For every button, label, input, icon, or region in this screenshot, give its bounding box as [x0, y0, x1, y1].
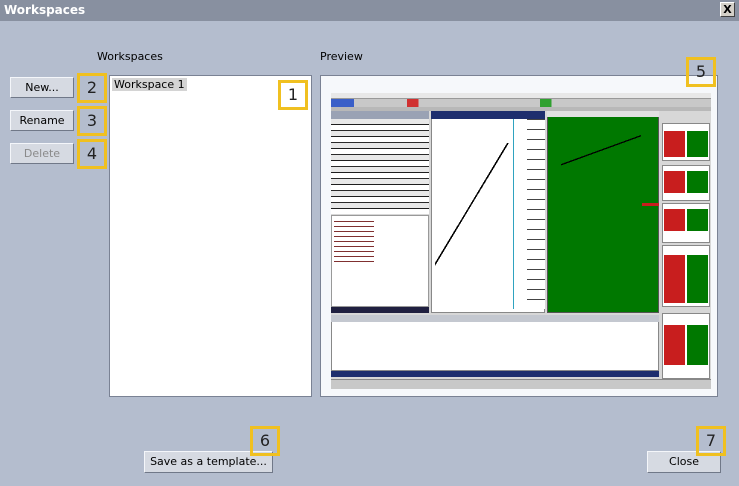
title-bar: Workspaces X: [0, 0, 739, 21]
callout-7: 7: [696, 426, 726, 456]
new-button[interactable]: New...: [10, 77, 74, 98]
callout-2: 2: [77, 73, 107, 103]
preview-thumbnail: [331, 93, 711, 389]
rename-button[interactable]: Rename: [10, 110, 74, 131]
callout-3: 3: [77, 106, 107, 136]
workspace-list[interactable]: Workspace 1: [109, 75, 312, 397]
callout-6: 6: [250, 426, 280, 456]
delete-button[interactable]: Delete: [10, 143, 74, 164]
callout-4: 4: [77, 139, 107, 169]
list-item[interactable]: Workspace 1: [112, 78, 187, 91]
workspaces-label: Workspaces: [97, 50, 163, 63]
close-icon[interactable]: X: [720, 2, 735, 17]
callout-1: 1: [278, 80, 308, 110]
window-title: Workspaces: [4, 3, 86, 17]
callout-5: 5: [686, 57, 716, 87]
preview-label: Preview: [320, 50, 363, 63]
workspace-preview: [320, 75, 718, 397]
